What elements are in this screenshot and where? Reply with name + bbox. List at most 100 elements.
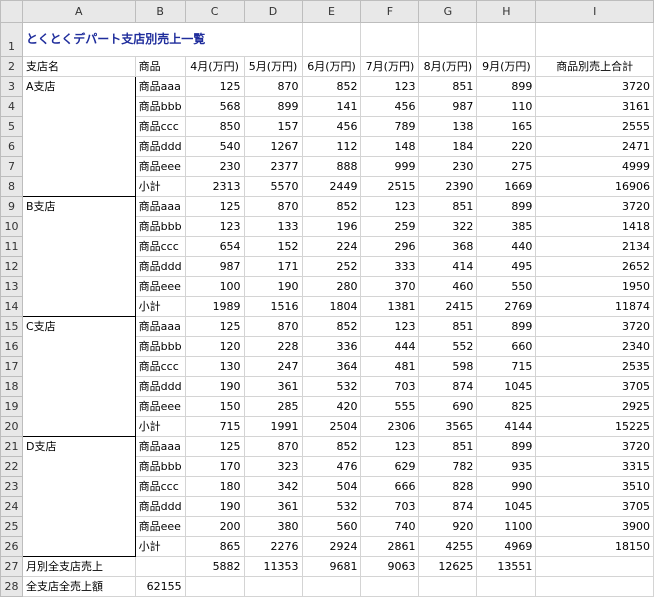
cell[interactable] bbox=[134, 556, 186, 577]
value-cell[interactable]: 296 bbox=[360, 236, 420, 257]
product-cell[interactable]: 商品aaa bbox=[134, 436, 186, 457]
product-total-cell[interactable]: 3315 bbox=[535, 456, 654, 477]
value-cell[interactable]: 870 bbox=[243, 316, 303, 337]
value-cell[interactable]: 190 bbox=[184, 376, 245, 397]
row-header[interactable]: 11 bbox=[0, 236, 23, 257]
value-cell[interactable]: 123 bbox=[360, 436, 420, 457]
product-cell[interactable]: 商品ccc bbox=[134, 236, 186, 257]
value-cell[interactable]: 2504 bbox=[301, 416, 362, 437]
row-header[interactable]: 18 bbox=[0, 376, 23, 397]
value-cell[interactable]: 851 bbox=[418, 196, 478, 217]
value-cell[interactable]: 935 bbox=[476, 456, 537, 477]
value-cell[interactable]: 224 bbox=[301, 236, 362, 257]
product-cell[interactable]: 商品ddd bbox=[134, 376, 186, 397]
product-total-cell[interactable]: 3720 bbox=[535, 196, 654, 217]
branch-name-cell[interactable]: D支店 bbox=[21, 436, 136, 457]
product-cell[interactable]: 商品ddd bbox=[134, 496, 186, 517]
product-total-cell[interactable]: 3510 bbox=[535, 476, 654, 497]
product-cell[interactable]: 商品ccc bbox=[134, 476, 186, 497]
value-cell[interactable]: 123 bbox=[360, 76, 420, 97]
value-cell[interactable]: 440 bbox=[476, 236, 537, 257]
value-cell[interactable]: 999 bbox=[360, 156, 420, 177]
value-cell[interactable]: 123 bbox=[360, 196, 420, 217]
branch-name-cell[interactable] bbox=[21, 136, 136, 157]
product-cell[interactable]: 商品aaa bbox=[134, 76, 186, 97]
value-cell[interactable]: 420 bbox=[301, 396, 362, 417]
grand-total-label[interactable]: 全支店全売上額 bbox=[21, 576, 136, 597]
value-cell[interactable]: 1516 bbox=[243, 296, 303, 317]
product-cell[interactable]: 商品eee bbox=[134, 156, 186, 177]
product-cell[interactable]: 小計 bbox=[134, 176, 186, 197]
product-cell[interactable]: 商品eee bbox=[134, 276, 186, 297]
column-header[interactable]: A bbox=[21, 0, 136, 23]
value-cell[interactable]: 568 bbox=[184, 96, 245, 117]
value-cell[interactable]: 2861 bbox=[360, 536, 420, 557]
cell[interactable] bbox=[535, 22, 654, 57]
branch-name-cell[interactable] bbox=[21, 276, 136, 297]
column-header[interactable]: I bbox=[535, 0, 654, 23]
value-cell[interactable]: 899 bbox=[476, 316, 537, 337]
product-total-cell[interactable]: 15225 bbox=[535, 416, 654, 437]
column-header[interactable]: E bbox=[301, 0, 362, 23]
value-cell[interactable]: 851 bbox=[418, 436, 478, 457]
monthly-total-label[interactable]: 月別全支店売上 bbox=[21, 556, 136, 577]
value-cell[interactable]: 171 bbox=[243, 256, 303, 277]
monthly-total-cell[interactable]: 9063 bbox=[360, 556, 420, 577]
value-cell[interactable]: 1989 bbox=[184, 296, 245, 317]
value-cell[interactable]: 550 bbox=[476, 276, 537, 297]
value-cell[interactable]: 444 bbox=[360, 336, 420, 357]
value-cell[interactable]: 1991 bbox=[243, 416, 303, 437]
product-total-cell[interactable]: 18150 bbox=[535, 536, 654, 557]
branch-name-cell[interactable] bbox=[21, 256, 136, 277]
value-cell[interactable]: 2924 bbox=[301, 536, 362, 557]
branch-name-cell[interactable] bbox=[21, 536, 136, 557]
branch-name-cell[interactable]: A支店 bbox=[21, 76, 136, 97]
value-cell[interactable]: 190 bbox=[184, 496, 245, 517]
value-cell[interactable]: 899 bbox=[476, 76, 537, 97]
column-header[interactable]: H bbox=[476, 0, 537, 23]
value-cell[interactable]: 112 bbox=[301, 136, 362, 157]
value-cell[interactable]: 150 bbox=[184, 396, 245, 417]
value-cell[interactable]: 660 bbox=[476, 336, 537, 357]
row-header[interactable]: 24 bbox=[0, 496, 23, 517]
product-cell[interactable]: 商品bbb bbox=[134, 96, 186, 117]
value-cell[interactable]: 157 bbox=[243, 116, 303, 137]
value-cell[interactable]: 552 bbox=[418, 336, 478, 357]
branch-name-cell[interactable] bbox=[21, 396, 136, 417]
value-cell[interactable]: 200 bbox=[184, 516, 245, 537]
row-header[interactable]: 3 bbox=[0, 76, 23, 97]
value-cell[interactable]: 230 bbox=[418, 156, 478, 177]
value-cell[interactable]: 364 bbox=[301, 356, 362, 377]
value-cell[interactable]: 481 bbox=[360, 356, 420, 377]
product-total-cell[interactable]: 2925 bbox=[535, 396, 654, 417]
value-cell[interactable]: 476 bbox=[301, 456, 362, 477]
select-all-corner[interactable] bbox=[0, 0, 23, 23]
value-cell[interactable]: 130 bbox=[184, 356, 245, 377]
branch-name-cell[interactable] bbox=[21, 156, 136, 177]
value-cell[interactable]: 851 bbox=[418, 76, 478, 97]
value-cell[interactable]: 336 bbox=[301, 336, 362, 357]
product-total-cell[interactable]: 2471 bbox=[535, 136, 654, 157]
product-cell[interactable]: 商品eee bbox=[134, 396, 186, 417]
value-cell[interactable]: 125 bbox=[184, 436, 245, 457]
value-cell[interactable]: 123 bbox=[360, 316, 420, 337]
branch-name-cell[interactable] bbox=[21, 296, 136, 317]
value-cell[interactable]: 1669 bbox=[476, 176, 537, 197]
value-cell[interactable]: 370 bbox=[360, 276, 420, 297]
cell[interactable] bbox=[301, 22, 362, 57]
branch-name-cell[interactable] bbox=[21, 96, 136, 117]
value-cell[interactable]: 368 bbox=[418, 236, 478, 257]
column-header[interactable]: G bbox=[418, 0, 478, 23]
row-header[interactable]: 2 bbox=[0, 56, 23, 77]
value-cell[interactable]: 165 bbox=[476, 116, 537, 137]
column-title-cell[interactable]: 9月(万円) bbox=[476, 56, 537, 77]
cell[interactable] bbox=[360, 576, 420, 597]
row-header[interactable]: 9 bbox=[0, 196, 23, 217]
branch-name-cell[interactable] bbox=[21, 216, 136, 237]
column-title-cell[interactable]: 6月(万円) bbox=[301, 56, 362, 77]
value-cell[interactable]: 865 bbox=[184, 536, 245, 557]
product-total-cell[interactable]: 3161 bbox=[535, 96, 654, 117]
value-cell[interactable]: 703 bbox=[360, 376, 420, 397]
product-total-cell[interactable]: 1950 bbox=[535, 276, 654, 297]
value-cell[interactable]: 870 bbox=[243, 436, 303, 457]
